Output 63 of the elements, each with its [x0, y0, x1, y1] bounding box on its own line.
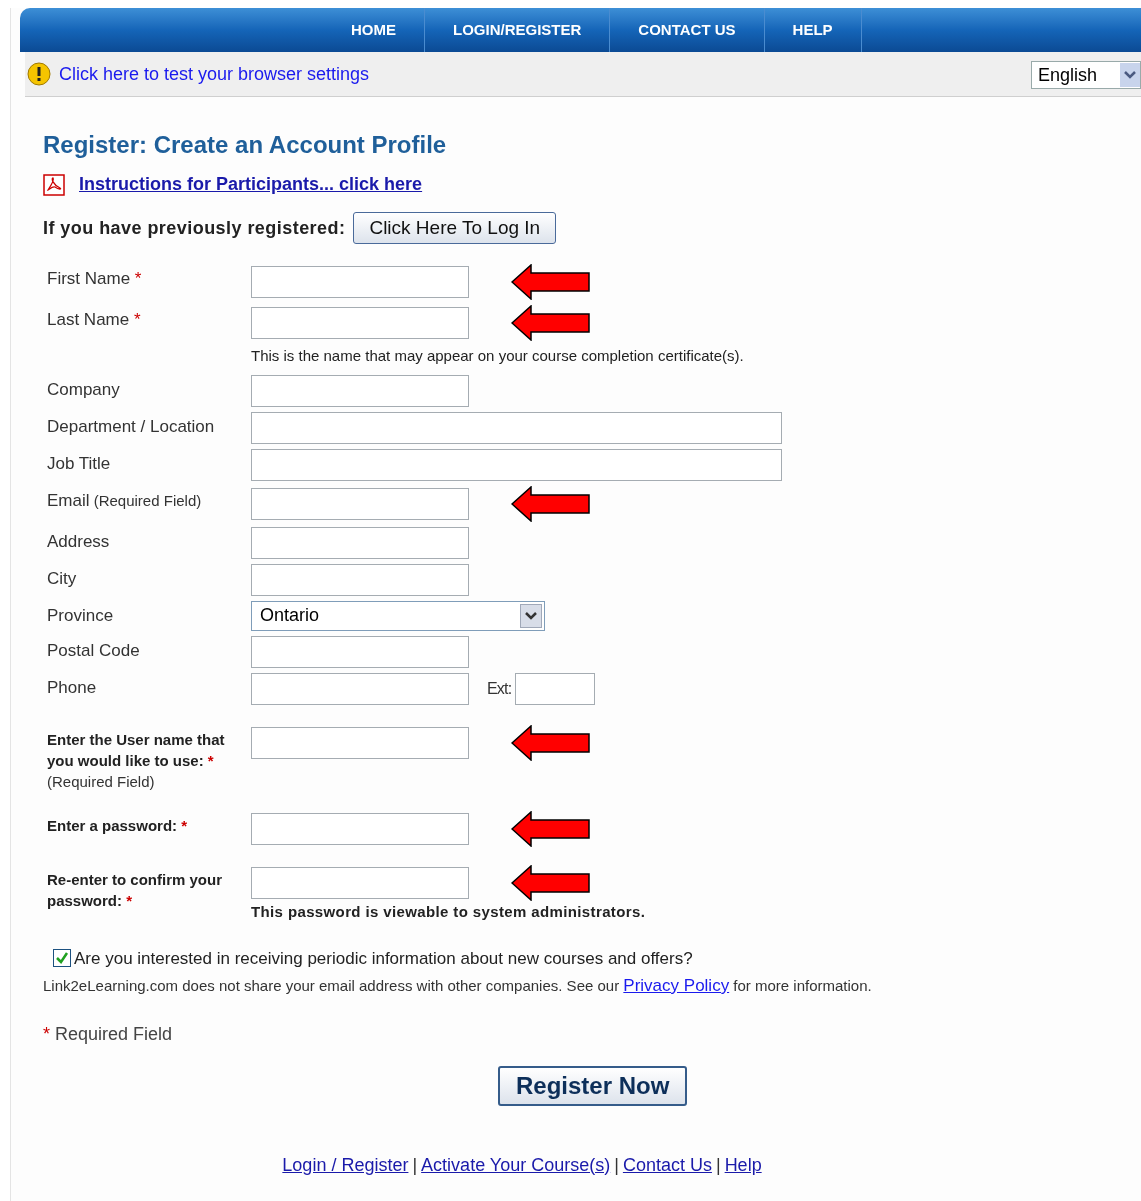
- arrow-icon: [511, 865, 591, 901]
- input-field[interactable]: [251, 672, 469, 705]
- field-label: Postal Code: [47, 639, 140, 662]
- footer-link[interactable]: Help: [724, 1151, 762, 1179]
- input-field[interactable]: [251, 374, 469, 407]
- instructions-link[interactable]: Instructions for Participants... click here: [79, 171, 423, 198]
- browser-test-link[interactable]: Click here to test your browser settings: [59, 60, 370, 88]
- field-label: First Name *: [47, 268, 142, 290]
- required-legend: * Required Field: [43, 1020, 1141, 1048]
- login-prompt: If you have previously registered:: [43, 216, 346, 240]
- arrow-icon: [511, 724, 591, 761]
- chevron-down-icon: [1120, 63, 1140, 87]
- field-label: Department / Location: [47, 415, 215, 438]
- field-label: Re-enter to confirm your password: *: [47, 870, 224, 911]
- input-field[interactable]: [251, 526, 469, 559]
- privacy-text: Link2eLearning.com does not share your email address with other companies. See our Privacy Policy for more information.: [43, 975, 873, 997]
- input-field[interactable]: [251, 307, 469, 339]
- footer-link[interactable]: Contact Us: [622, 1151, 712, 1179]
- pdf-icon: [43, 173, 67, 196]
- separator: |: [614, 1153, 619, 1177]
- field-hint: This is the name that may appear on your course completion certificate(s).: [251, 346, 744, 366]
- register-button[interactable]: Register Now: [498, 1065, 688, 1106]
- checkmark-icon: [55, 951, 69, 966]
- field-label: Email (Required Field): [47, 489, 202, 512]
- field-label: Enter a password: *: [47, 816, 189, 836]
- field-label: Phone: [47, 676, 97, 699]
- login-button[interactable]: Click Here To Log In: [353, 212, 557, 244]
- field-label: Enter the User name that you would like to use: *: [47, 729, 226, 771]
- field-label: Address: [47, 530, 110, 553]
- input-field[interactable]: [251, 813, 469, 845]
- field-label: Last Name *: [47, 309, 141, 331]
- info-icon: [27, 62, 51, 86]
- input-field[interactable]: [251, 487, 469, 520]
- province-select[interactable]: Ontario: [251, 600, 545, 631]
- input-field[interactable]: [251, 867, 469, 899]
- field-note: (Required Field): [47, 771, 156, 792]
- field-label: Province: [47, 604, 114, 627]
- field-hint: This password is viewable to system administrators.: [251, 902, 646, 922]
- input-field[interactable]: [251, 726, 469, 759]
- separator: |: [412, 1153, 418, 1177]
- input-field[interactable]: [251, 411, 782, 444]
- page-title: Register: Create an Account Profile: [43, 130, 448, 160]
- input-field[interactable]: [251, 563, 469, 596]
- newsletter-checkbox[interactable]: [53, 949, 71, 968]
- arrow-icon: [511, 811, 591, 847]
- input-field[interactable]: [251, 266, 469, 298]
- field-label: Job Title: [47, 452, 111, 475]
- arrow-icon: [511, 264, 591, 300]
- language-select[interactable]: English: [1031, 61, 1141, 89]
- footer-link[interactable]: Activate Your Course(s): [421, 1151, 611, 1179]
- newsletter-label: Are you interested in receiving periodic information about new courses and offers?: [74, 947, 693, 970]
- input-field[interactable]: [515, 672, 596, 705]
- arrow-icon: [511, 305, 591, 341]
- input-field[interactable]: [251, 635, 469, 668]
- field-label: City: [47, 567, 77, 590]
- input-field[interactable]: [251, 448, 782, 481]
- field-label: Company: [47, 378, 120, 401]
- privacy-link[interactable]: Privacy Policy: [623, 976, 730, 995]
- ext-label: Ext:: [487, 678, 512, 699]
- arrow-icon: [511, 485, 591, 522]
- chevron-down-icon: [520, 603, 542, 628]
- separator: |: [715, 1153, 721, 1177]
- footer-link[interactable]: Login / Register: [282, 1151, 409, 1179]
